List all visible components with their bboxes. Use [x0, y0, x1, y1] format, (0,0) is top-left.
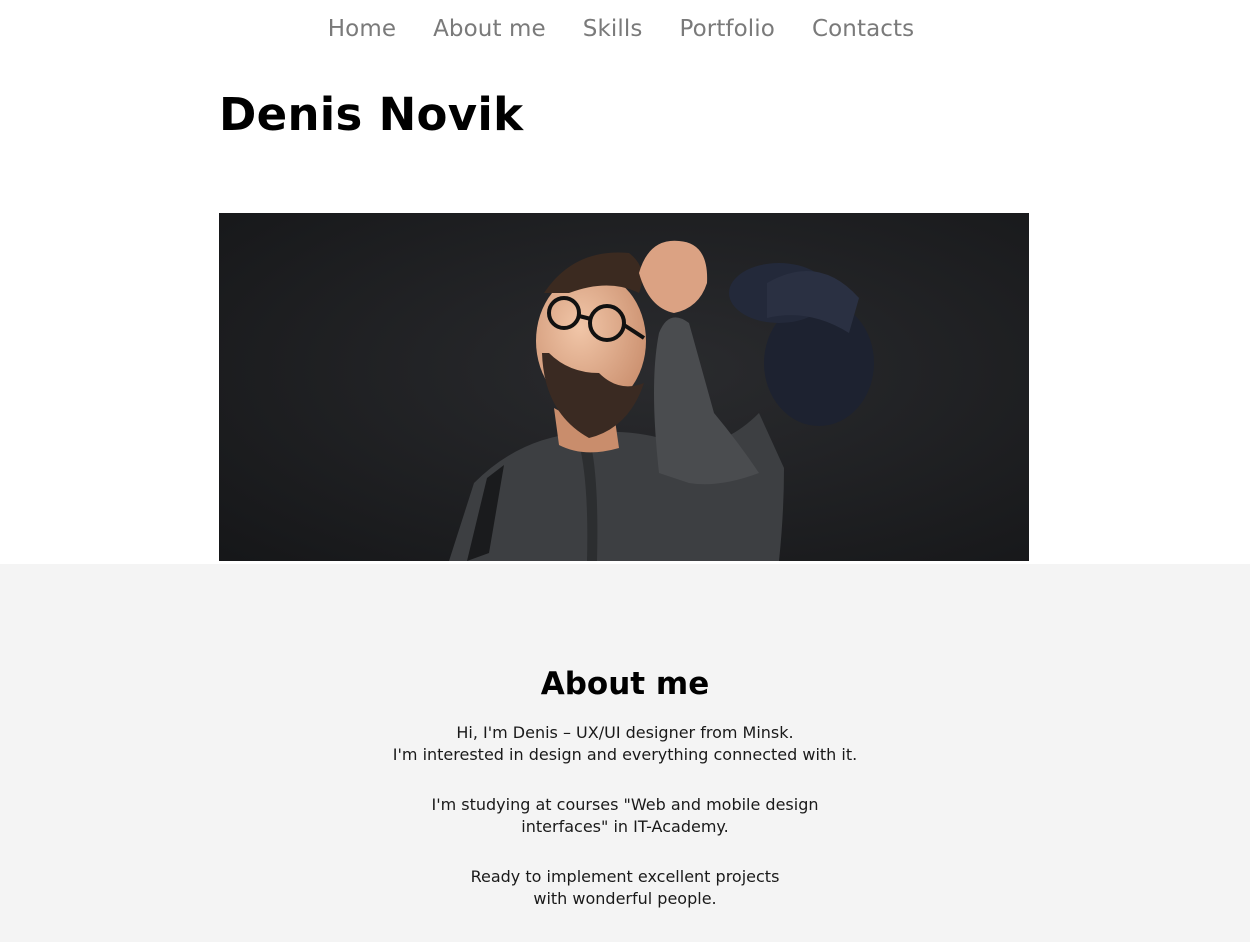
about-line: I'm interested in design and everything … — [392, 745, 858, 764]
about-paragraph-studies: I'm studying at courses "Web and mobile … — [0, 794, 1250, 838]
about-heading: About me — [540, 666, 710, 702]
about-line: interfaces" in IT-Academy. — [521, 817, 729, 836]
main-nav: Home About me Skills Portfolio Contacts — [0, 0, 1250, 60]
nav-about-link[interactable]: About me — [433, 16, 546, 42]
about-line: Ready to implement excellent projects — [470, 867, 780, 886]
about-line: Hi, I'm Denis – UX/UI designer from Mins… — [456, 723, 794, 742]
about-paragraph-ready: Ready to implement excellent projects wi… — [0, 866, 1250, 910]
about-section: About me Hi, I'm Denis – UX/UI designer … — [0, 564, 1250, 942]
nav-contacts-link[interactable]: Contacts — [812, 16, 914, 42]
nav-home-link[interactable]: Home — [328, 16, 396, 42]
about-line: I'm studying at courses "Web and mobile … — [431, 795, 819, 814]
nav-portfolio-link[interactable]: Portfolio — [679, 16, 775, 42]
hero-name-heading: Denis Novik — [219, 88, 524, 141]
hero-photo — [219, 213, 1029, 561]
portrait-illustration — [219, 213, 1029, 561]
nav-skills-link[interactable]: Skills — [583, 16, 643, 42]
about-line: with wonderful people. — [533, 889, 717, 908]
about-paragraph-intro: Hi, I'm Denis – UX/UI designer from Mins… — [0, 722, 1250, 766]
